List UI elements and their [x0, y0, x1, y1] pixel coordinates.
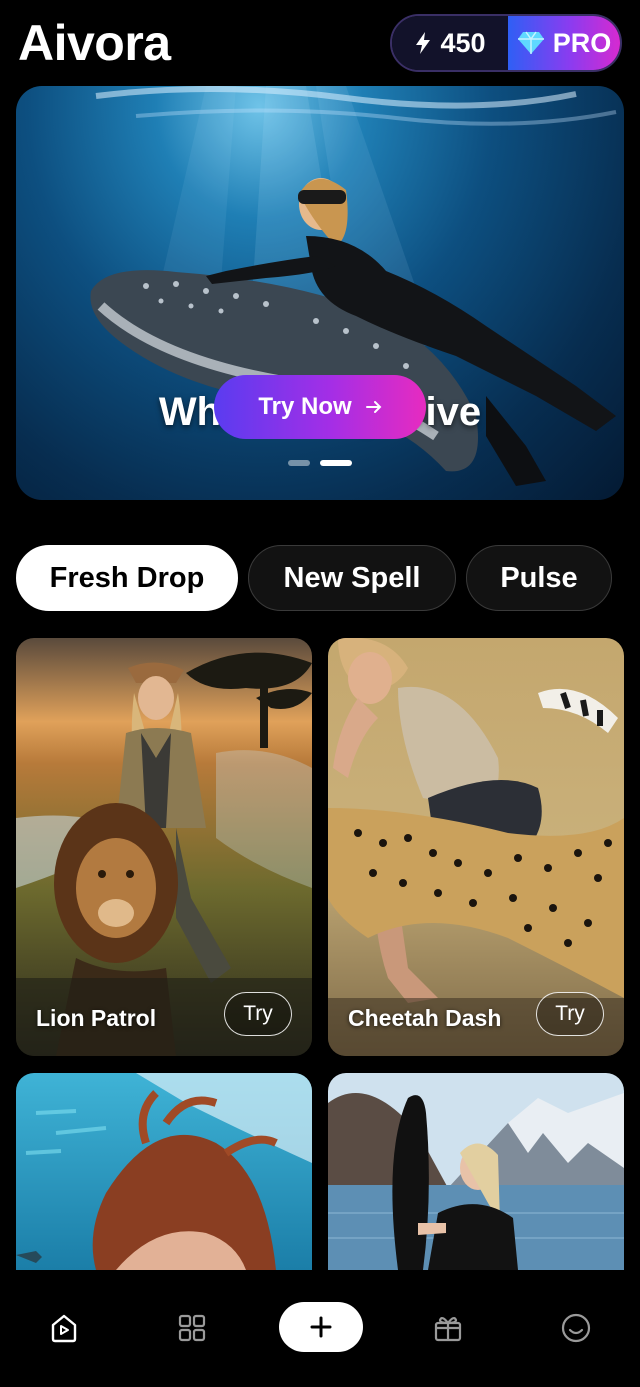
create-button[interactable] — [279, 1302, 363, 1352]
home-play-icon — [51, 1314, 77, 1343]
nav-profile[interactable] — [556, 1308, 596, 1348]
try-button[interactable]: Try — [224, 992, 292, 1036]
pro-button[interactable]: PRO — [508, 16, 620, 70]
tab-fresh-drop[interactable]: Fresh Drop — [16, 545, 238, 611]
try-now-button[interactable]: Try Now — [214, 375, 426, 439]
carousel-dot[interactable] — [288, 460, 310, 466]
credits-pro-pill[interactable]: 450 PRO — [390, 14, 622, 72]
pro-label: PRO — [552, 27, 612, 58]
diamond-icon — [517, 31, 544, 54]
carousel-dots — [288, 460, 352, 466]
nav-explore[interactable] — [172, 1308, 212, 1348]
credits-count: 450 — [440, 27, 486, 58]
effect-card[interactable] — [328, 1073, 624, 1270]
carousel-dot-active[interactable] — [320, 460, 352, 466]
nav-rewards[interactable] — [428, 1308, 468, 1348]
category-tabs: Fresh Drop New Spell Pulse — [16, 545, 612, 611]
try-button[interactable]: Try — [536, 992, 604, 1036]
effect-card[interactable] — [16, 1073, 312, 1270]
grid-icon — [178, 1314, 206, 1342]
nav-home[interactable] — [44, 1308, 84, 1348]
bottom-nav — [0, 1270, 640, 1387]
tab-new-spell[interactable]: New Spell — [248, 545, 456, 611]
hero-banner[interactable]: Whale Deep Dive Try Now — [16, 86, 624, 500]
card-title: Cheetah Dash — [348, 1005, 502, 1031]
effect-card[interactable]: Lion Patrol Try — [16, 638, 312, 1056]
plus-icon — [310, 1316, 332, 1338]
try-now-label: Try Now — [258, 393, 352, 420]
app-title: Aivora — [18, 15, 171, 71]
bolt-icon — [416, 32, 431, 54]
credits-balance[interactable]: 450 — [392, 16, 508, 70]
card-image — [328, 1073, 624, 1270]
tab-pulse[interactable]: Pulse — [466, 545, 612, 611]
effect-card[interactable]: Cheetah Dash Try — [328, 638, 624, 1056]
card-title: Lion Patrol — [36, 1005, 157, 1031]
gift-icon — [434, 1316, 462, 1342]
card-image — [16, 1073, 312, 1270]
smiley-icon — [561, 1313, 591, 1343]
arrow-right-icon — [365, 401, 382, 413]
